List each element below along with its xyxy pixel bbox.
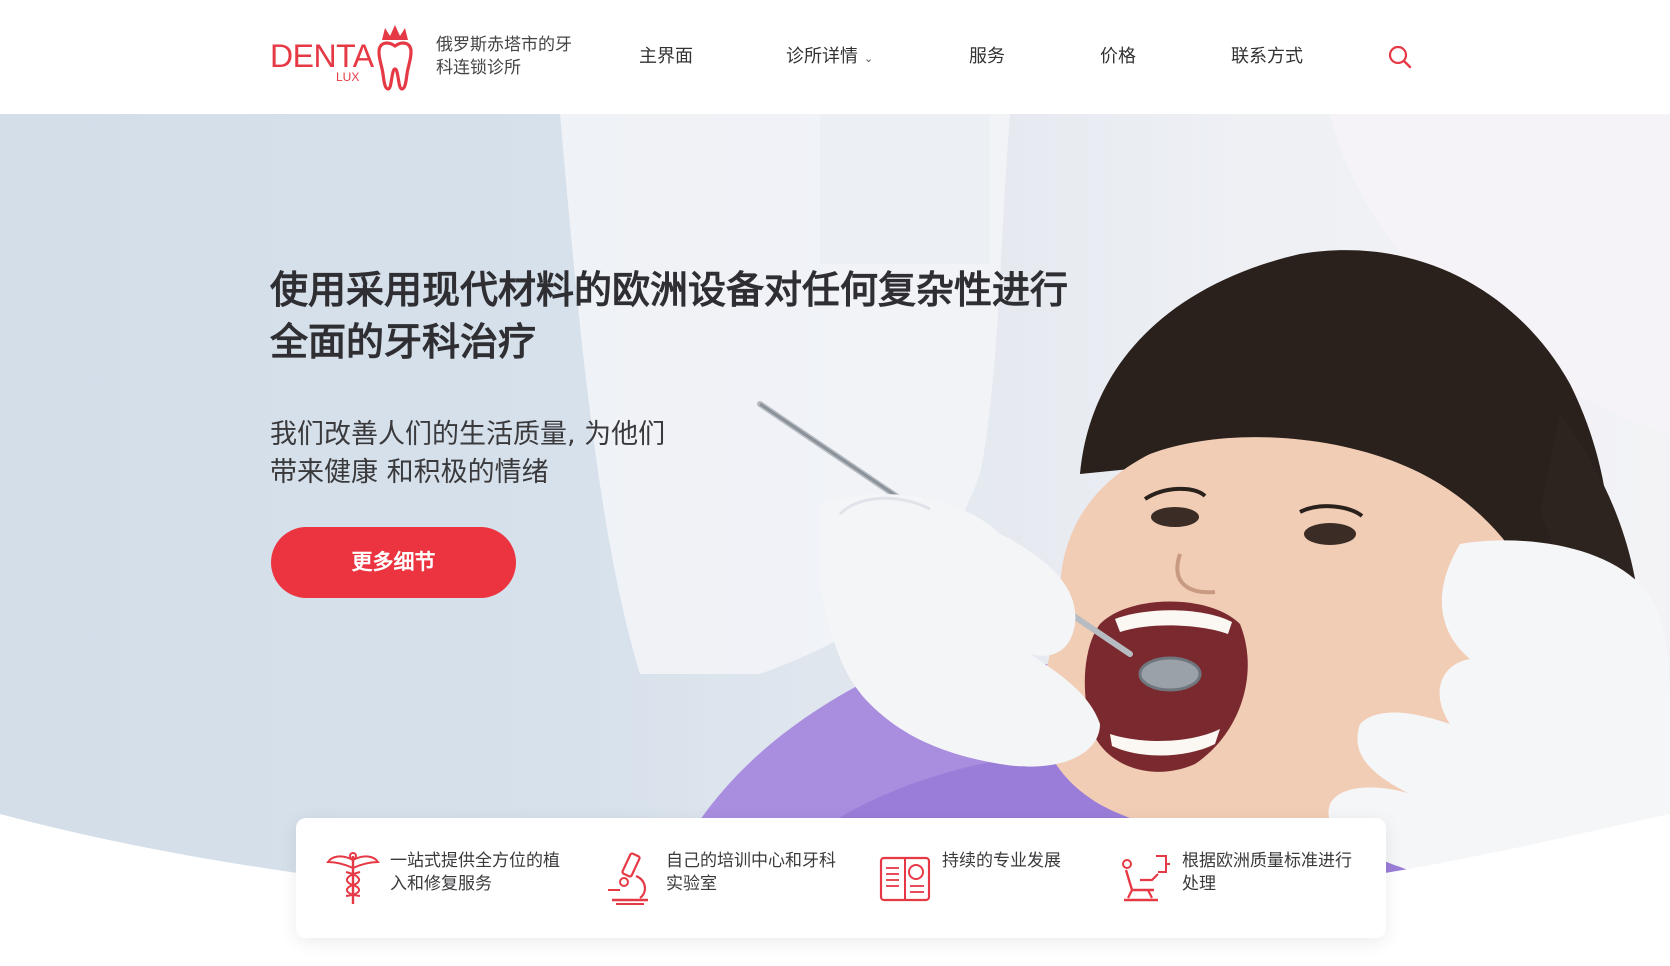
chevron-down-icon: ⌄ xyxy=(864,52,874,65)
nav-item-clinic-details[interactable]: 诊所详情 ⌄ xyxy=(786,42,873,74)
feature-text: 根据欧洲质量标准进行处理 xyxy=(1182,851,1352,894)
nav-item-label: 诊所详情 xyxy=(786,46,858,67)
nav-item-label: 服务 xyxy=(969,46,1005,67)
book-icon xyxy=(879,856,931,902)
site-header: DENTA LUX 俄罗斯赤塔市的牙科连锁诊所 主界面 诊所详情 ⌄ 服务 价格 … xyxy=(0,0,1670,114)
nav-item-prices[interactable]: 价格 xyxy=(1100,42,1136,72)
nav-item-contacts[interactable]: 联系方式 xyxy=(1231,42,1303,72)
nav-item-label: 价格 xyxy=(1100,46,1136,67)
more-details-button[interactable]: 更多细节 xyxy=(271,527,516,598)
features-card: 一站式提供全方位的植入和修复服务 自己的培训中心和牙科实验室 持续的专业发展 根… xyxy=(296,818,1386,938)
logo[interactable]: DENTA LUX 俄罗斯赤塔市的牙科连锁诊所 xyxy=(270,24,572,92)
nav-item-home[interactable]: 主界面 xyxy=(639,42,693,72)
dental-chair-icon xyxy=(1122,855,1170,902)
tooth-crown-icon xyxy=(377,25,413,91)
logo-subtext: LUX xyxy=(336,70,360,84)
feature-text: 自己的培训中心和牙科实验室 xyxy=(666,851,836,894)
feature-text: 一站式提供全方位的植入和修复服务 xyxy=(390,851,560,894)
feature-text: 持续的专业发展 xyxy=(942,851,1061,871)
nav-item-label: 联系方式 xyxy=(1231,46,1303,67)
search-icon[interactable] xyxy=(1387,44,1413,70)
hero-title: 使用采用现代材料的欧洲设备对任何复杂性进行全面的牙科治疗 xyxy=(270,268,1069,364)
nav-item-label: 主界面 xyxy=(639,46,693,67)
logo-tagline: 俄罗斯赤塔市的牙科连锁诊所 xyxy=(436,35,572,78)
microscope-icon xyxy=(608,852,648,905)
caduceus-icon xyxy=(326,852,380,904)
hero-subtitle: 我们改善人们的生活质量, 为他们带来健康 和积极的情绪 xyxy=(270,419,666,488)
nav-item-services[interactable]: 服务 xyxy=(969,42,1005,72)
